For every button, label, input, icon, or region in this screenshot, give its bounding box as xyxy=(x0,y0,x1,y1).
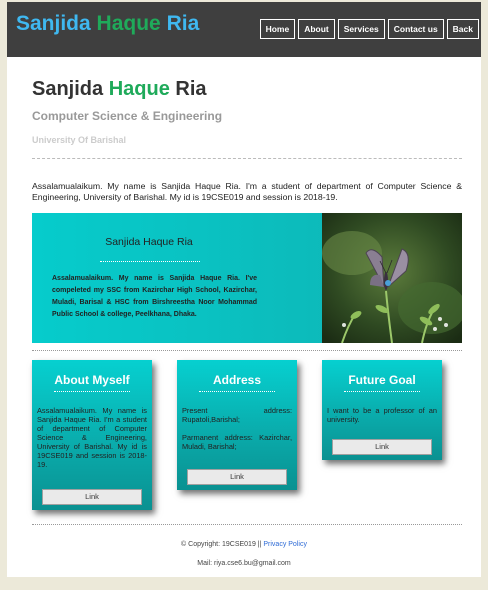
butterfly-photo xyxy=(322,213,462,343)
card-text: Assalamualaikum. My name is Sanjida Haqu… xyxy=(37,406,147,469)
privacy-policy-link[interactable]: Privacy Policy xyxy=(263,541,307,548)
intro-text: Assalamualaikum. My name is Sanjida Haqu… xyxy=(32,181,462,202)
hero-last-name: Ria xyxy=(175,78,207,100)
brand-middle-name: Haque xyxy=(96,12,161,35)
card-divider xyxy=(344,391,420,392)
address-card: Address Present address: Rupatoli,Barish… xyxy=(177,360,297,490)
brand-logo[interactable]: Sanjida Haque Ria xyxy=(16,12,199,36)
nav-contact[interactable]: Contact us xyxy=(387,19,444,39)
university: University Of Barishal xyxy=(32,135,127,145)
site-header: Sanjida Haque Ria Home About Services Co… xyxy=(7,2,481,57)
nav-back[interactable]: Back xyxy=(446,19,479,39)
card-title: Future Goal xyxy=(348,373,416,387)
address-link-button[interactable]: Link xyxy=(187,469,287,485)
nav-about[interactable]: About xyxy=(298,19,335,39)
hero-first-name: Sanjida xyxy=(32,78,104,100)
nav-home[interactable]: Home xyxy=(259,19,296,39)
card-text: Present address: Rupatoli,Barishal; Parm… xyxy=(182,406,292,451)
intro-banner: Sanjida Haque Ria Assalamualaikum. My na… xyxy=(32,213,462,343)
permanent-address: Parmanent address: Kazirchar, Muladi, Ba… xyxy=(182,433,292,451)
footer-copyright: © Copyright: 19CSE019 || Privacy Policy xyxy=(7,541,481,548)
about-link-button[interactable]: Link xyxy=(42,489,142,505)
page-content: Sanjida Haque Ria Computer Science & Eng… xyxy=(7,57,481,577)
divider xyxy=(32,158,462,159)
card-title: About Myself xyxy=(54,373,130,387)
present-address: Present address: Rupatoli,Barishal; xyxy=(182,406,292,424)
banner-title: Sanjida Haque Ria xyxy=(105,236,193,248)
card-text: I want to be a professor of an universit… xyxy=(327,406,437,424)
about-myself-card: About Myself Assalamualaikum. My name is… xyxy=(32,360,152,510)
card-title: Address xyxy=(212,373,262,387)
banner-divider xyxy=(100,261,200,262)
future-goal-card: Future Goal I want to be a professor of … xyxy=(322,360,442,460)
department: Computer Science & Engineering xyxy=(32,109,223,123)
copyright-text: © Copyright: 19CSE019 || xyxy=(181,541,262,548)
nav-services[interactable]: Services xyxy=(337,19,385,39)
divider xyxy=(32,524,462,525)
brand-first-name: Sanjida xyxy=(16,12,91,35)
card-divider xyxy=(199,391,275,392)
main-nav: Home About Services Contact us Back xyxy=(259,19,479,39)
divider xyxy=(32,350,462,351)
hero-name: Sanjida Haque Ria xyxy=(32,78,207,101)
banner-text: Assalamualaikum. My name is Sanjida Haqu… xyxy=(52,275,257,318)
hero-middle-name: Haque xyxy=(108,78,170,100)
footer-mail: Mail: riya.cse6.bu@gmail.com xyxy=(197,560,291,567)
card-divider xyxy=(54,391,130,392)
goal-link-button[interactable]: Link xyxy=(332,439,432,455)
brand-last-name: Ria xyxy=(166,12,200,35)
